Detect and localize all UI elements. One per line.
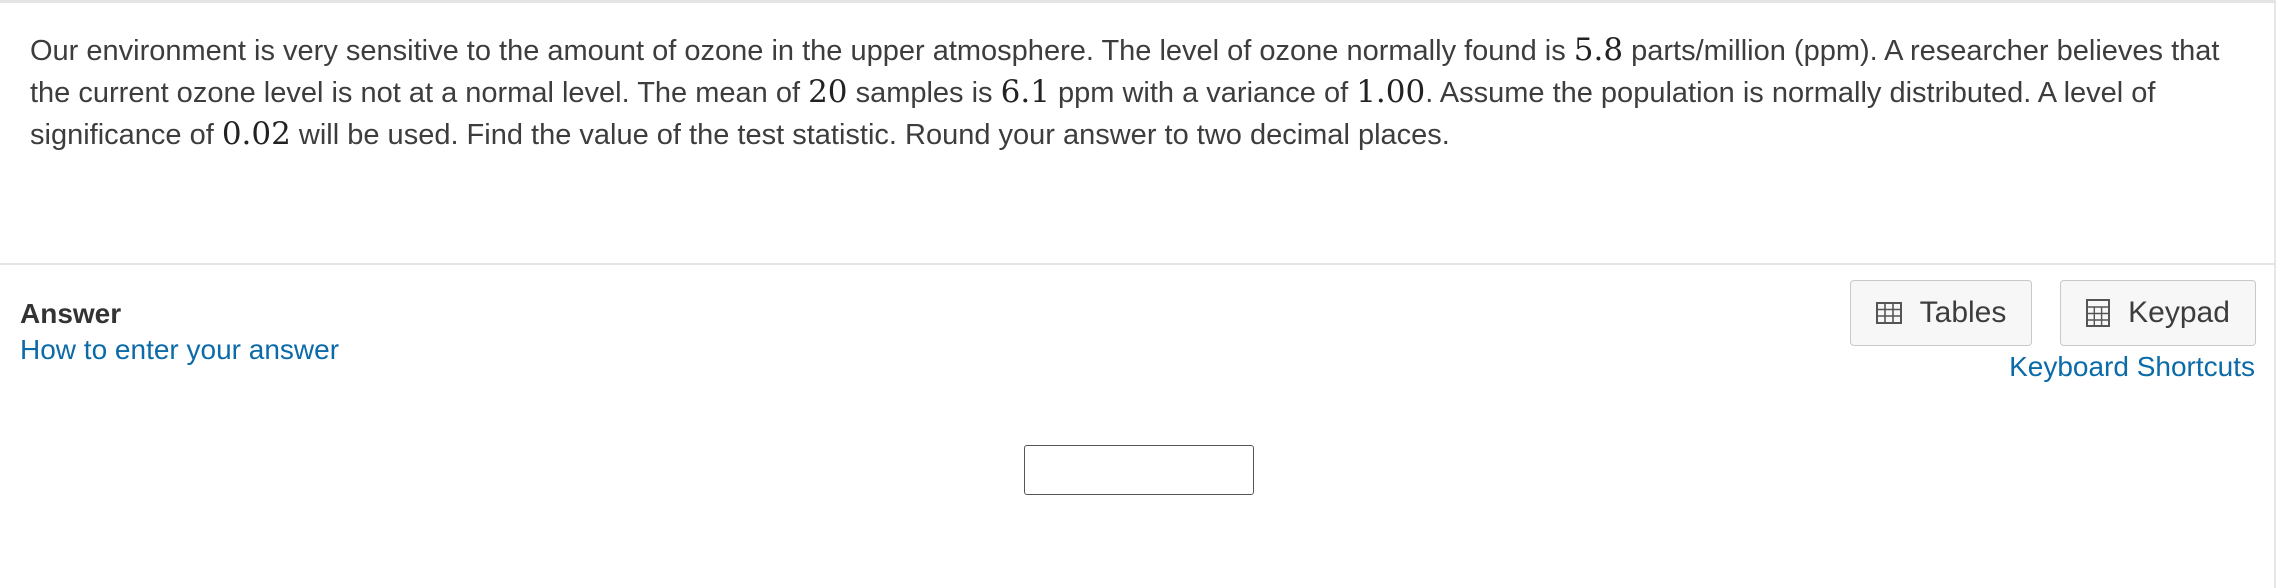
right-edge-divider [2274, 0, 2276, 588]
question-text-part: ppm with a variance of [1049, 77, 1357, 109]
question-text: Our environment is very sensitive to the… [30, 30, 2240, 156]
sample-mean-value: 6.1 [1000, 74, 1050, 110]
variance-value: 1.00 [1356, 74, 1426, 110]
answer-input[interactable] [1024, 445, 1254, 495]
significance-level-value: 0.02 [221, 116, 291, 152]
question-page: Our environment is very sensitive to the… [0, 0, 2292, 588]
sample-size-value: 20 [808, 74, 848, 110]
keyboard-shortcuts-link[interactable]: Keyboard Shortcuts [2009, 351, 2255, 383]
ozone-normal-value: 5.8 [1573, 32, 1624, 68]
top-border [0, 0, 2276, 3]
tables-button[interactable]: Tables [1850, 280, 2032, 346]
section-divider [0, 263, 2276, 265]
question-text-part: will be used. Find the value of the test… [290, 119, 1450, 151]
table-grid-icon [1875, 302, 1902, 324]
keypad-button-label: Keypad [2128, 296, 2230, 329]
how-to-enter-answer-link[interactable]: How to enter your answer [20, 334, 339, 366]
question-text-part: samples is [847, 77, 1001, 109]
answer-heading: Answer [20, 298, 122, 329]
question-text-part: Our environment is very sensitive to the… [30, 35, 1574, 67]
keypad-button[interactable]: Keypad [2060, 280, 2256, 346]
tables-button-label: Tables [1919, 296, 2007, 329]
calculator-keypad-icon [2086, 299, 2111, 327]
